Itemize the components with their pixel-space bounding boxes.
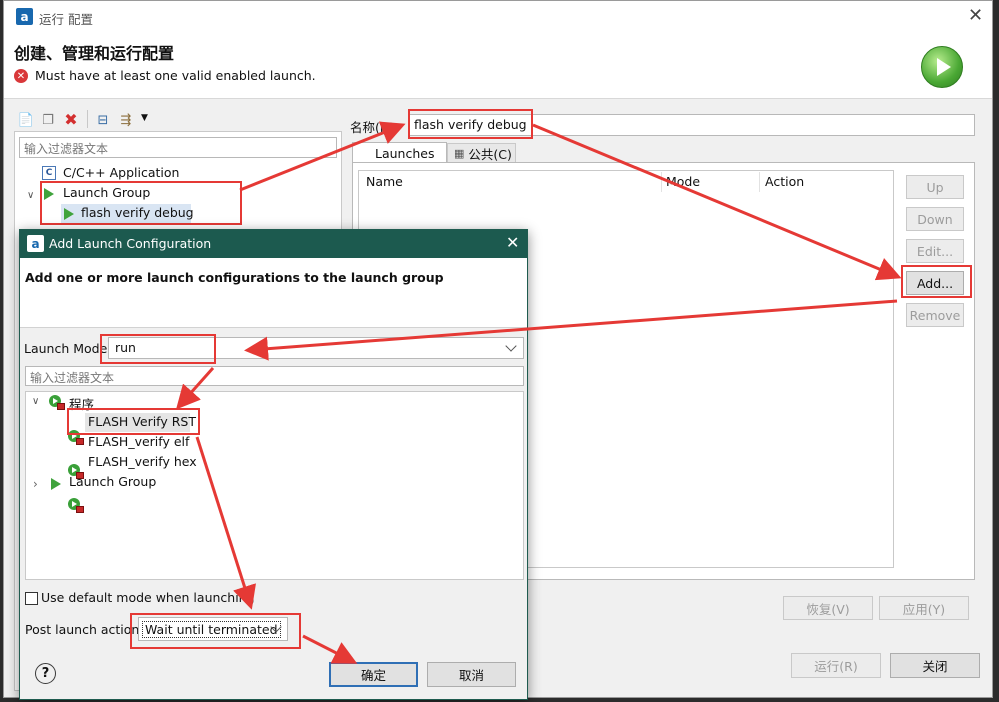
arrow-to-config-item [176,367,215,410]
arrow-to-name-field [239,121,406,192]
arrow-to-add-button [532,123,902,281]
arrow-to-launch-mode [244,299,898,361]
arrow-to-post-launch [195,436,256,610]
annotation-arrows [176,121,902,664]
arrow-to-ok-button [302,634,358,664]
